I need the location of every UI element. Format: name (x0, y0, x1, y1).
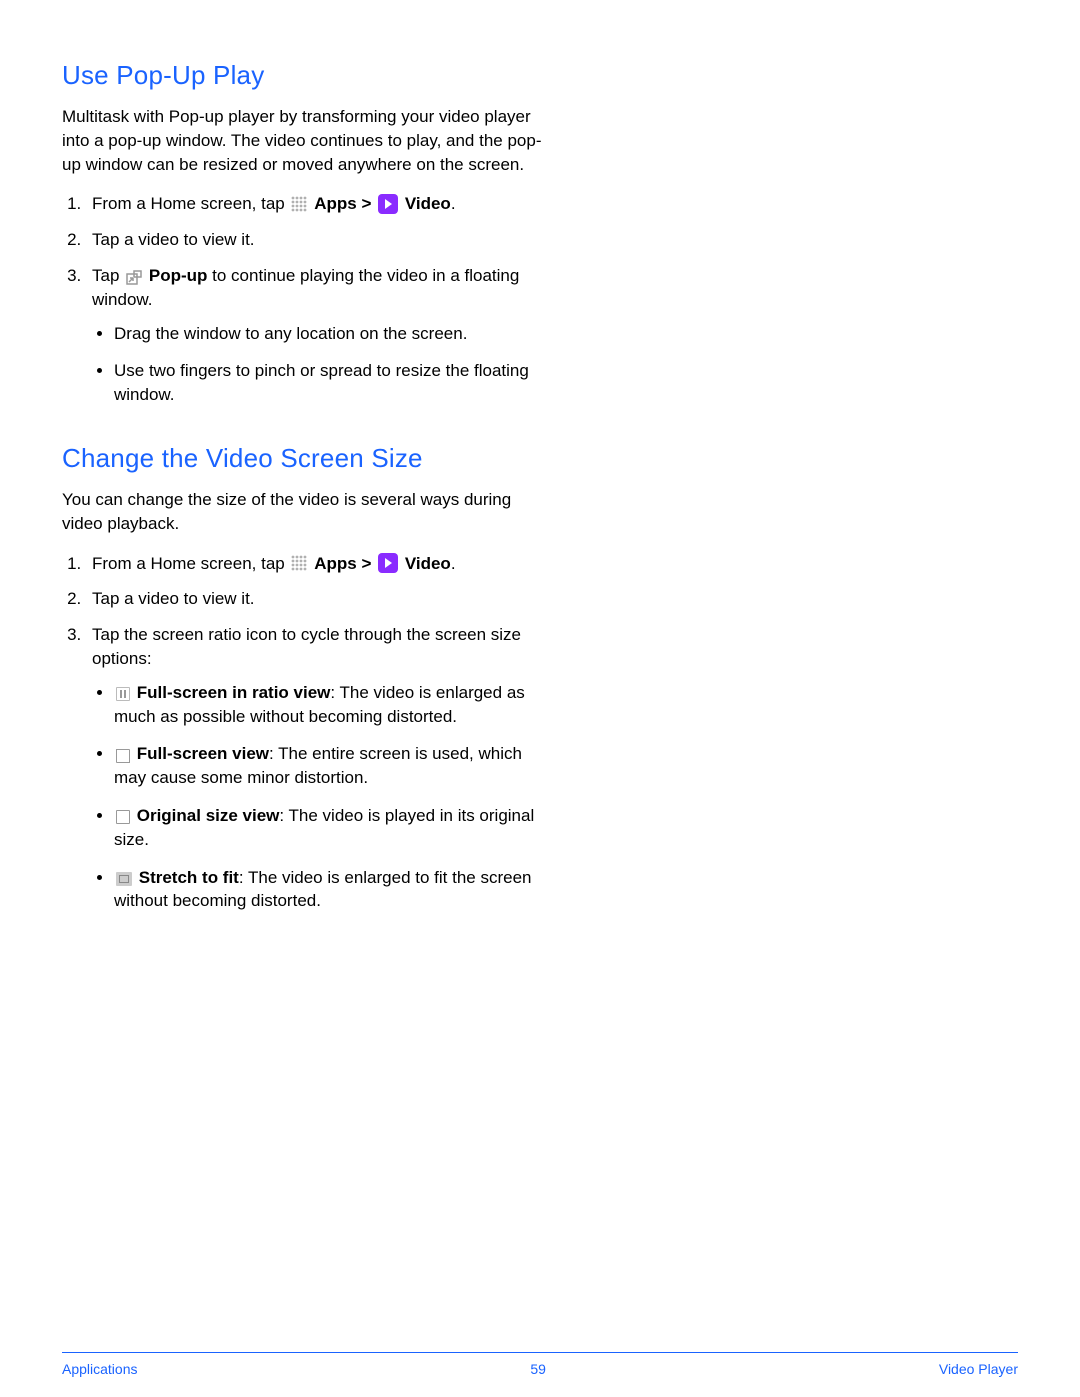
popup-label: Pop-up (149, 266, 208, 285)
heading-popup-play: Use Pop-Up Play (62, 60, 552, 91)
steps-popup-play: From a Home screen, tap Apps > (62, 192, 552, 407)
screen-size-options: Full-screen in ratio view: The video is … (92, 681, 552, 913)
heading-screen-size: Change the Video Screen Size (62, 443, 552, 474)
option-fullscreen: Full-screen view: The entire screen is u… (114, 742, 552, 790)
bullet-pinch: Use two fingers to pinch or spread to re… (114, 359, 552, 407)
video-label: Video (405, 194, 451, 213)
step3-text: Tap the screen ratio icon to cycle throu… (92, 625, 521, 668)
step-1: From a Home screen, tap Apps > (86, 192, 552, 216)
gt-sep: > (361, 554, 376, 573)
step-2: Tap a video to view it. (86, 587, 552, 611)
popup-icon (126, 270, 142, 286)
original-size-icon (116, 810, 130, 824)
section-use-popup-play: Use Pop-Up Play Multitask with Pop-up pl… (62, 60, 552, 407)
step-2: Tap a video to view it. (86, 228, 552, 252)
option-fullscreen-ratio: Full-screen in ratio view: The video is … (114, 681, 552, 729)
step-3: Tap Pop-up to continue playing the video… (86, 264, 552, 407)
popup-bullets: Drag the window to any location on the s… (92, 322, 552, 407)
step3-prefix: Tap (92, 266, 124, 285)
step-1: From a Home screen, tap Apps > (86, 552, 552, 576)
apps-label: Apps (314, 554, 357, 573)
document-page: Use Pop-Up Play Multitask with Pop-up pl… (0, 0, 1080, 1397)
content-column: Use Pop-Up Play Multitask with Pop-up pl… (62, 60, 552, 913)
intro-popup-play: Multitask with Pop-up player by transfor… (62, 105, 552, 176)
page-footer: Applications 59 Video Player (62, 1352, 1018, 1377)
opt4-label: Stretch to fit (139, 868, 239, 887)
period: . (451, 554, 456, 573)
apps-grid-icon (291, 196, 307, 212)
fullscreen-icon (116, 749, 130, 763)
footer-right: Video Player (939, 1361, 1018, 1377)
step-3: Tap the screen ratio icon to cycle throu… (86, 623, 552, 913)
video-play-icon (378, 194, 398, 214)
video-label: Video (405, 554, 451, 573)
intro-screen-size: You can change the size of the video is … (62, 488, 552, 536)
option-stretch-fit: Stretch to fit: The video is enlarged to… (114, 866, 552, 914)
period: . (451, 194, 456, 213)
footer-page-number: 59 (530, 1361, 546, 1377)
stretch-fit-icon (116, 872, 132, 886)
opt1-label: Full-screen in ratio view (137, 683, 331, 702)
apps-grid-icon (291, 555, 307, 571)
video-play-icon (378, 553, 398, 573)
apps-label: Apps (314, 194, 357, 213)
step1-prefix: From a Home screen, tap (92, 194, 289, 213)
section-change-screen-size: Change the Video Screen Size You can cha… (62, 443, 552, 913)
step1-prefix: From a Home screen, tap (92, 554, 289, 573)
bullet-drag: Drag the window to any location on the s… (114, 322, 552, 346)
gt-sep: > (361, 194, 376, 213)
opt2-label: Full-screen view (137, 744, 269, 763)
steps-screen-size: From a Home screen, tap Apps > (62, 552, 552, 914)
opt3-label: Original size view (137, 806, 280, 825)
fullscreen-ratio-icon (116, 687, 130, 701)
option-original-size: Original size view: The video is played … (114, 804, 552, 852)
footer-left: Applications (62, 1361, 138, 1377)
